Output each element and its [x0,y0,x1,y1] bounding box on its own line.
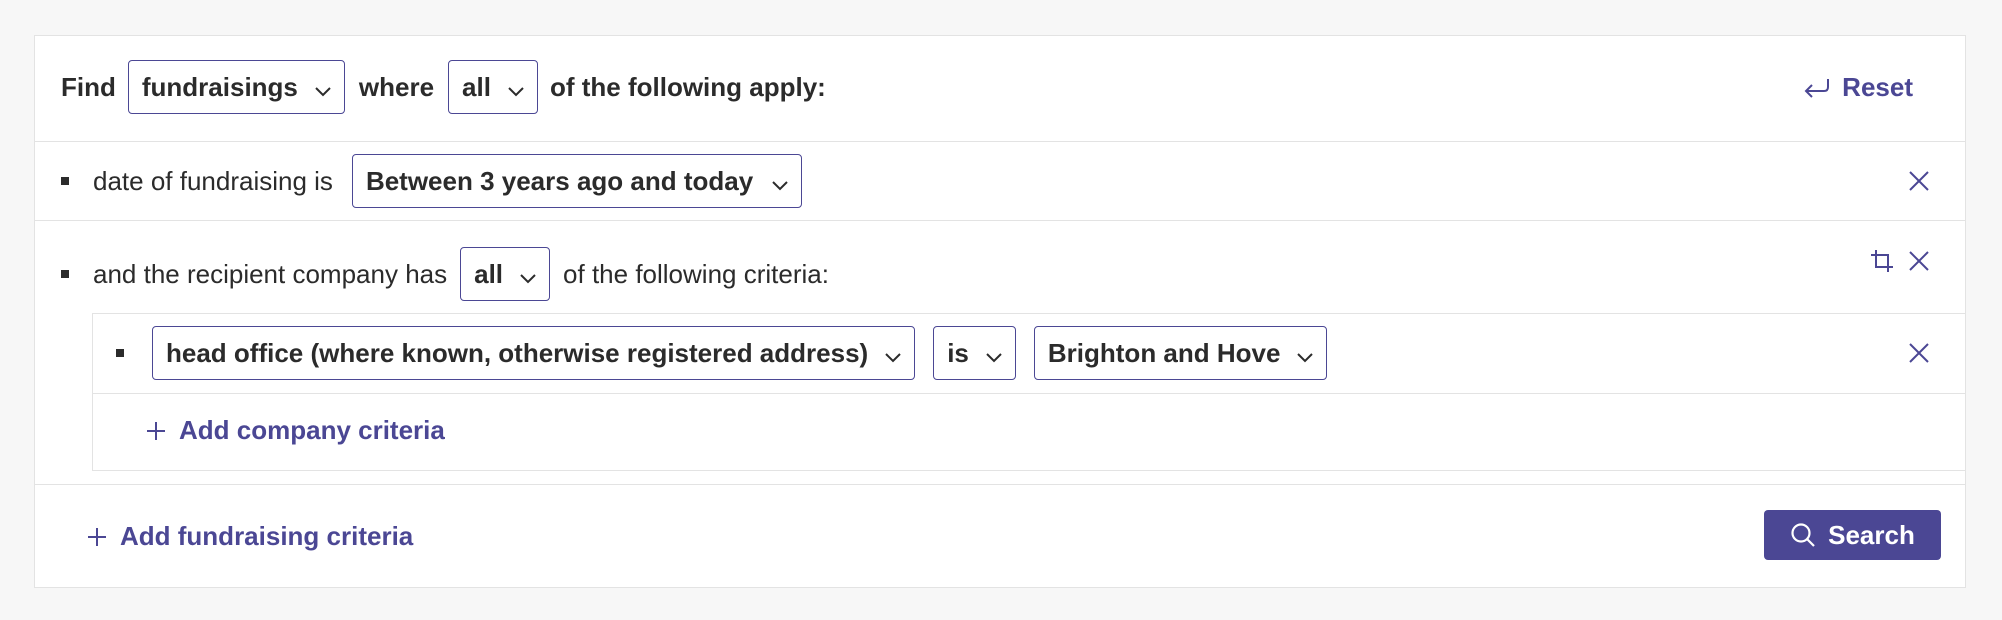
add-fundraising-criteria-button[interactable]: Add fundraising criteria [86,521,413,552]
search-button[interactable]: Search [1764,510,1941,560]
company-match-value: all [474,258,504,289]
entity-select-value: fundraisings [141,71,298,102]
add-company-criteria-button[interactable]: Add company criteria [145,415,445,446]
divider [35,484,1965,485]
date-range-select[interactable]: Between 3 years ago and today [351,154,803,208]
criterion-date-prefix: date of fundraising is [93,165,333,196]
chevron-down-icon [772,181,788,191]
operator-value: is [947,337,969,368]
criterion-company-prefix: and the recipient company has [93,258,448,289]
divider [35,141,1965,142]
date-range-value: Between 3 years ago and today [365,165,754,196]
criterion-company-suffix: of the following criteria: [563,258,829,289]
close-icon [1909,171,1929,191]
divider [93,393,1965,394]
reset-label: Reset [1842,72,1913,102]
chevron-down-icon [885,353,901,363]
chevron-down-icon [508,87,524,97]
where-label: where [358,71,435,102]
reset-button[interactable]: Reset [1802,72,1913,103]
search-label: Search [1828,519,1915,550]
entity-select[interactable]: fundraisings [127,60,345,114]
chevron-down-icon [1297,353,1314,363]
chevron-down-icon [986,353,1002,363]
find-label: Find [61,71,116,102]
bullet [61,177,69,185]
group-criteria-button[interactable] [1869,248,1895,274]
criterion-company: and the recipient company has all of the… [61,247,1965,301]
plus-icon [147,421,165,440]
location-field-value: head office (where known, otherwise regi… [166,337,869,368]
plus-icon [88,527,106,546]
crop-icon [1871,250,1893,272]
undo-arrow-icon [1804,78,1830,98]
query-header: Find fundraisings where all of the follo… [61,60,1939,114]
nested-criterion: head office (where known, otherwise regi… [116,326,1965,380]
operator-select[interactable]: is [933,326,1016,380]
bullet [61,270,69,278]
bullet [116,349,124,357]
match-select-value: all [462,71,491,102]
chevron-down-icon [315,87,331,97]
add-company-criteria-label: Add company criteria [179,415,445,445]
add-fundraising-criteria-label: Add fundraising criteria [120,521,414,551]
remove-date-criterion-button[interactable] [1907,169,1931,193]
location-field-select[interactable]: head office (where known, otherwise regi… [152,326,916,380]
divider [35,220,1965,221]
company-criteria-group: head office (where known, otherwise regi… [92,313,1965,471]
company-match-select[interactable]: all [460,247,551,301]
criterion-date: date of fundraising is Between 3 years a… [61,154,1965,208]
remove-company-criterion-button[interactable] [1907,249,1931,273]
location-value: Brighton and Hove [1047,337,1281,368]
query-builder-panel: Find fundraisings where all of the follo… [34,35,1966,588]
match-select[interactable]: all [448,60,538,114]
location-value-select[interactable]: Brighton and Hove [1033,326,1328,380]
remove-nested-criterion-button[interactable] [1907,341,1931,365]
following-label: of the following apply: [549,71,826,102]
close-icon [1909,343,1929,363]
close-icon [1909,251,1929,271]
chevron-down-icon [520,274,536,284]
search-icon [1791,523,1815,547]
